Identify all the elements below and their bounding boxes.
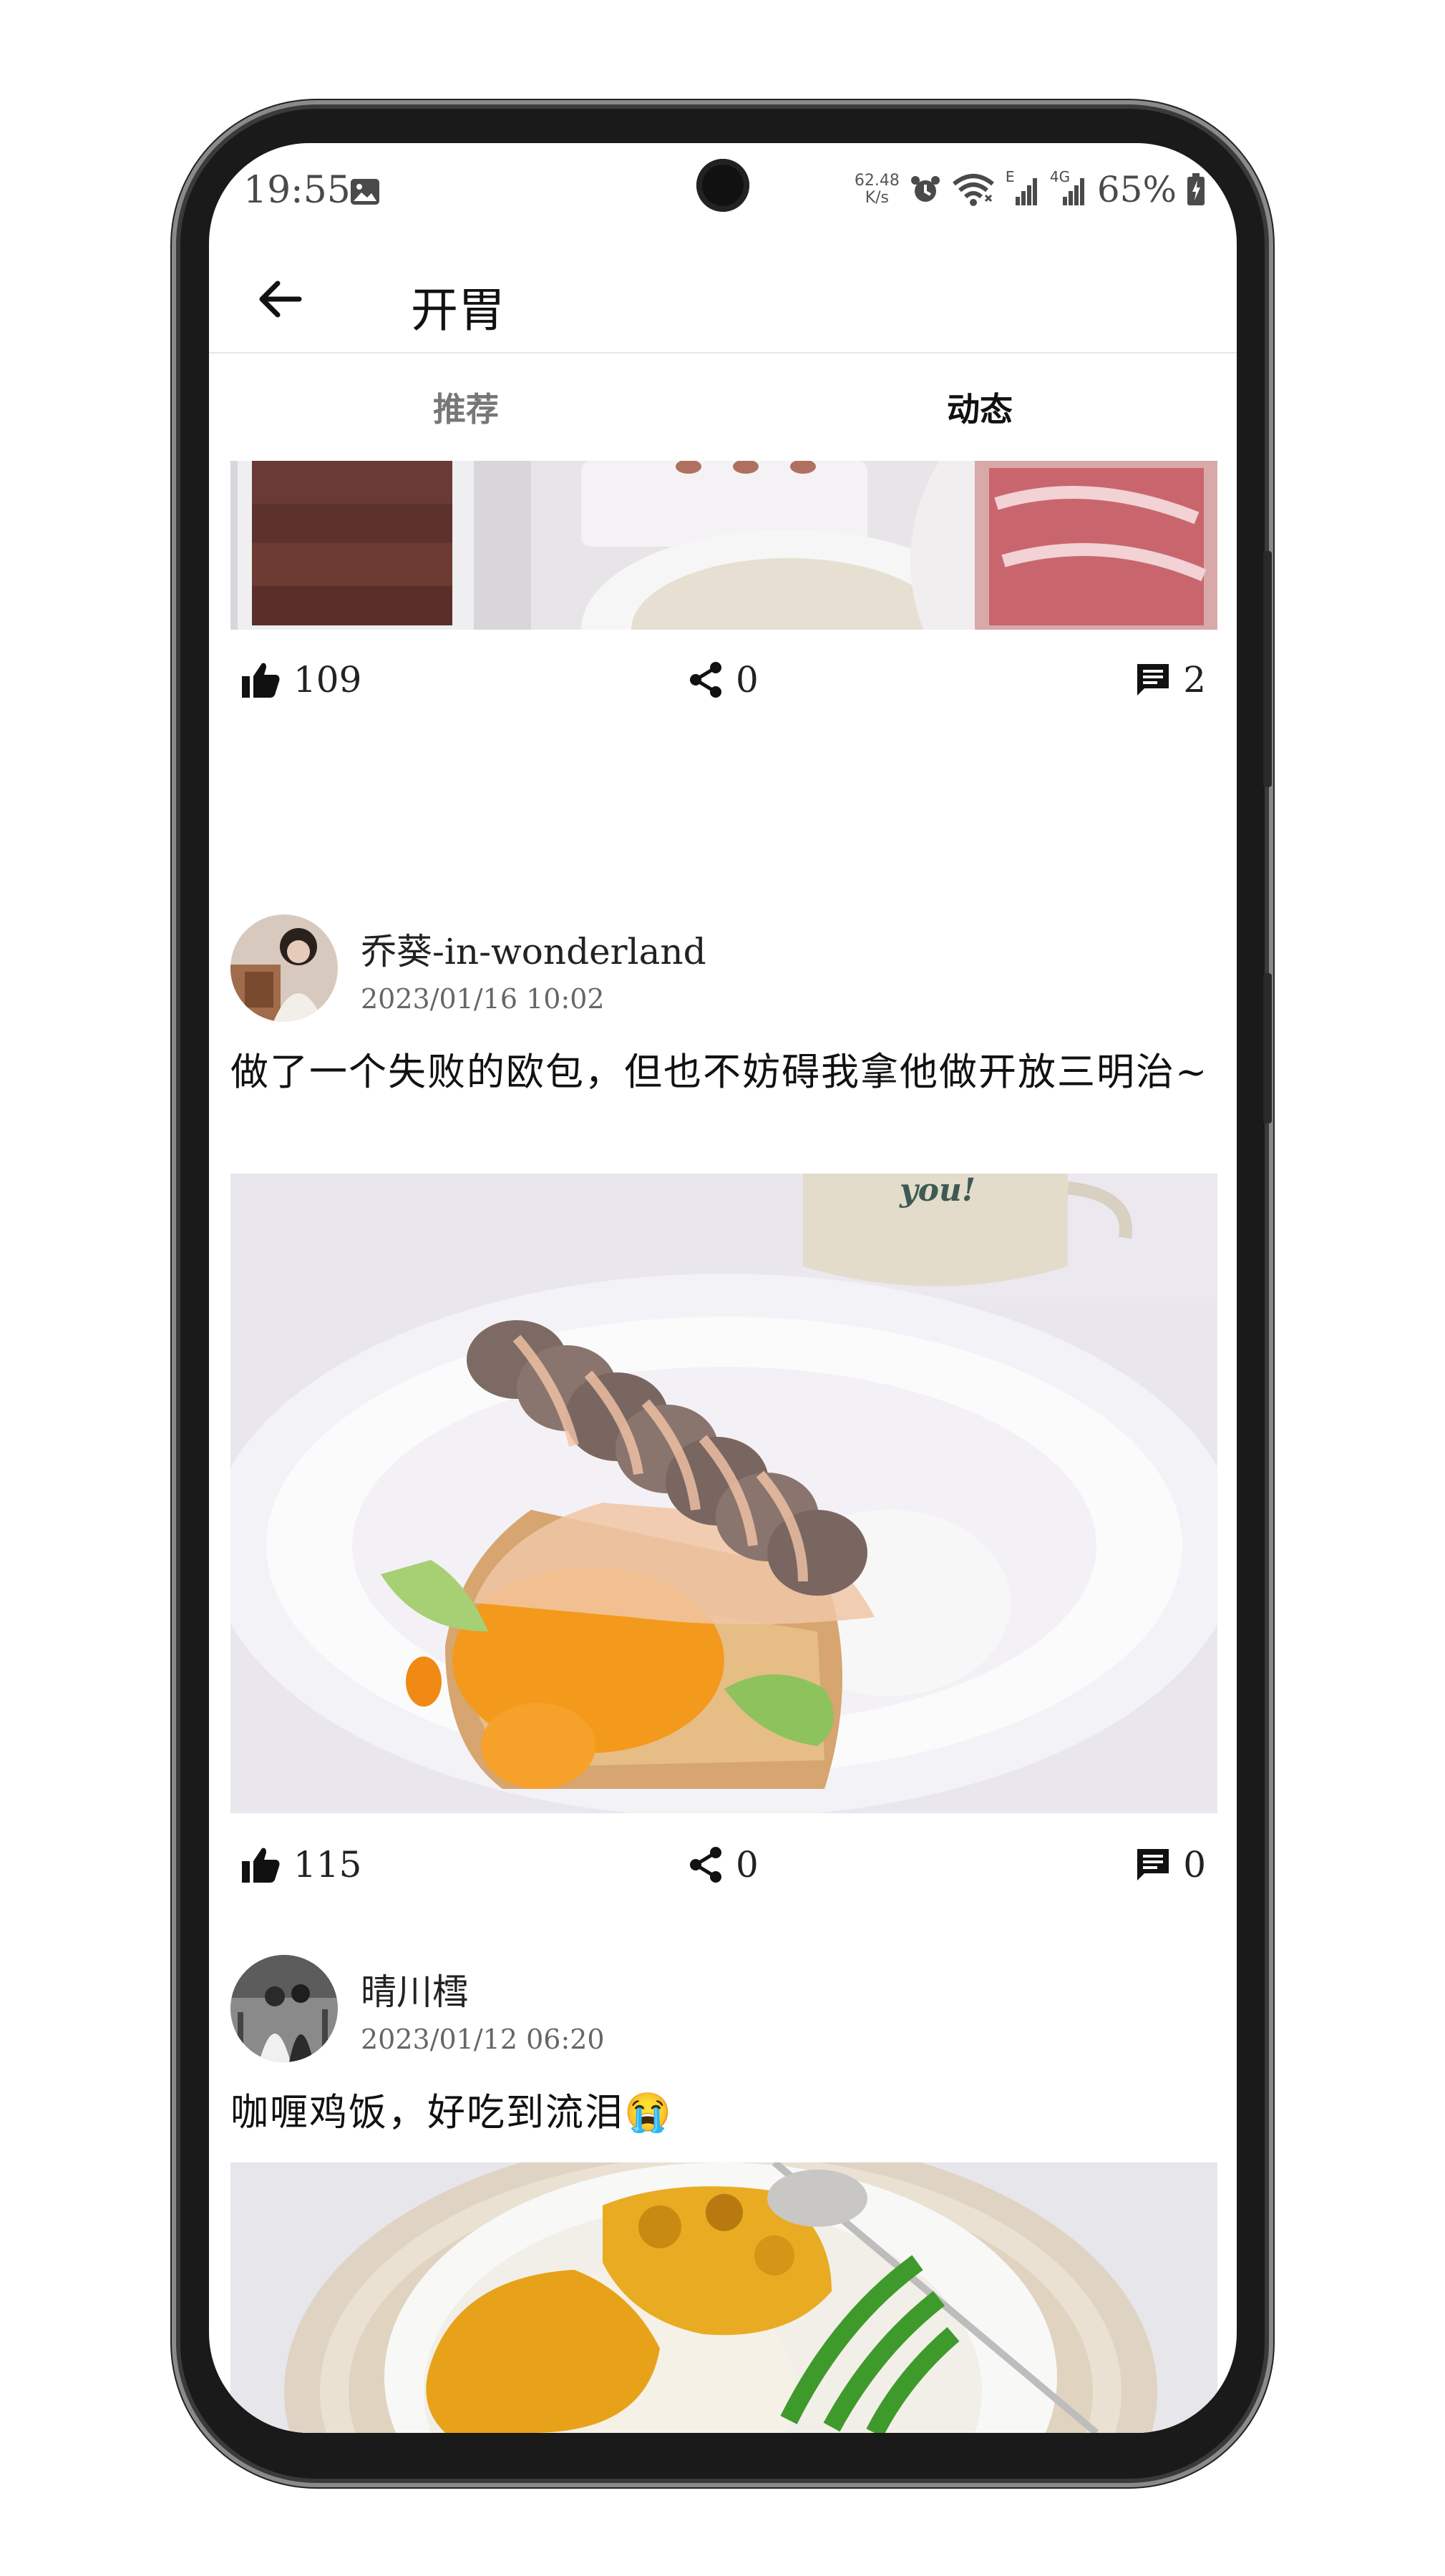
like-button[interactable]: 115: [242, 1836, 361, 1893]
post-header: 晴川樰 2023/01/12 06:20: [230, 1955, 1217, 2069]
avatar[interactable]: [230, 914, 338, 1022]
post-image-curry[interactable]: [230, 2162, 1217, 2433]
post-text: 咖喱鸡饭，好吃到流泪😭: [230, 2091, 673, 2135]
front-camera: [696, 159, 749, 212]
power-button: [1263, 973, 1272, 1123]
hotpot-photo: [230, 461, 1217, 630]
screen: 19:55 62.48 K/s E 4G 65% 开胃 推荐 动态 109 0 …: [209, 143, 1237, 2433]
signal-bars-icon: [1015, 178, 1037, 205]
avatar[interactable]: [230, 1955, 338, 2062]
tab-recommend[interactable]: 推荐: [209, 353, 723, 461]
like-button[interactable]: 109: [242, 651, 361, 708]
network-speed: 62.48 K/s: [854, 172, 900, 207]
share-button[interactable]: 0: [689, 1836, 759, 1893]
username[interactable]: 晴川樰: [361, 1963, 468, 2015]
comment-button[interactable]: 0: [1136, 1836, 1206, 1893]
avatar-photo: [230, 1955, 338, 2062]
sandwich-photo: you!: [230, 1174, 1217, 1813]
post-image-hotpot[interactable]: [230, 461, 1217, 630]
signal-bars-icon: [1062, 178, 1084, 205]
thumbs-up-icon: [242, 1848, 280, 1883]
status-bar: 19:55 62.48 K/s E 4G 65%: [209, 143, 1237, 243]
feed-list: 109 0 2 乔葵-in-wonderland 2023/01/16 10:0…: [209, 461, 1237, 2433]
thumbs-up-icon: [242, 663, 280, 698]
svg-text:you!: you!: [899, 1174, 976, 1209]
avatar-photo: [230, 914, 338, 1022]
tab-feed[interactable]: 动态: [723, 353, 1237, 461]
battery-percentage: 65%: [1096, 169, 1177, 210]
page-title: 开胃: [411, 283, 505, 338]
status-icons: 62.48 K/s E 4G 65%: [855, 165, 1205, 215]
battery-charging-icon: [1187, 173, 1205, 205]
volume-button: [1263, 551, 1272, 787]
back-arrow-icon[interactable]: [252, 270, 309, 328]
app-bar: 开胃: [209, 243, 1237, 353]
curry-photo: [230, 2162, 1217, 2433]
share-icon: [690, 662, 721, 698]
username[interactable]: 乔葵-in-wonderland: [361, 923, 706, 975]
post-timestamp: 2023/01/16 10:02: [361, 983, 605, 1015]
signal-4g-indicator: 4G: [1050, 168, 1087, 207]
wifi-icon: [952, 174, 994, 206]
comment-icon: [1137, 1849, 1169, 1880]
alarm-icon: [910, 176, 940, 202]
share-icon: [690, 1847, 721, 1883]
gallery-notification-icon: [351, 179, 379, 205]
comment-button[interactable]: 2: [1136, 651, 1206, 708]
post-timestamp: 2023/01/12 06:20: [361, 2024, 605, 2055]
post-image-sandwich[interactable]: you!: [230, 1174, 1217, 1813]
post-text: 做了一个失败的欧包，但也不妨碍我拿他做开放三明治~: [230, 1050, 1209, 1094]
share-button[interactable]: 0: [689, 651, 759, 708]
post-actions: 109 0 2: [230, 651, 1217, 708]
comment-icon: [1137, 664, 1169, 696]
post-header: 乔葵-in-wonderland 2023/01/16 10:02: [230, 914, 1217, 1029]
tab-bar: 推荐 动态: [209, 353, 1237, 461]
status-time: 19:55: [243, 169, 351, 212]
signal-e-indicator: E: [1006, 168, 1040, 207]
post-actions: 115 0 0: [230, 1836, 1217, 1893]
